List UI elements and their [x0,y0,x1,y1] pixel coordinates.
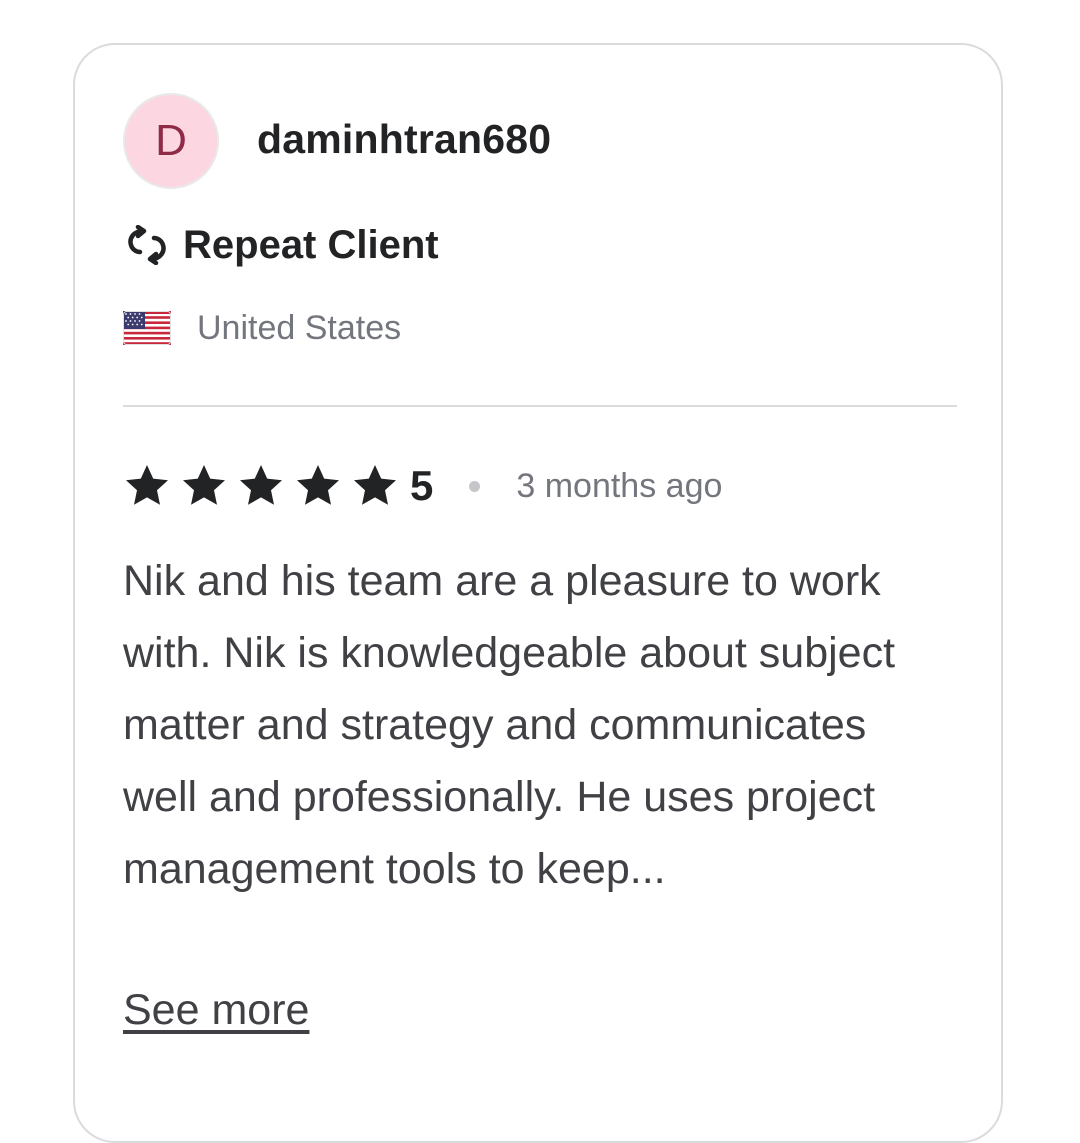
repeat-client-label: Repeat Client [183,222,439,267]
review-text: Nik and his team are a pleasure to work … [123,557,896,893]
star-icon [354,465,396,505]
see-more-link[interactable]: See more [123,978,309,1042]
repeat-client-icon [128,225,166,265]
reviewer-username[interactable]: daminhtran680 [257,116,551,163]
star-icon [240,465,282,505]
rating-row: 5 3 months ago [123,458,722,514]
star-rating [123,462,408,510]
star-icon [297,465,339,505]
star-icon [126,465,168,505]
avatar[interactable]: D [123,93,219,189]
rating-value: 5 [410,462,434,509]
divider [123,405,957,407]
review-time-ago: 3 months ago [516,466,723,505]
avatar-initial: D [155,116,187,165]
star-icon [183,465,225,505]
separator-dot [469,480,481,492]
us-flag-icon [123,311,171,345]
repeat-client-badge: Repeat Client [123,220,439,270]
reviewer-country: United States [123,306,401,350]
country-name: United States [197,308,402,347]
